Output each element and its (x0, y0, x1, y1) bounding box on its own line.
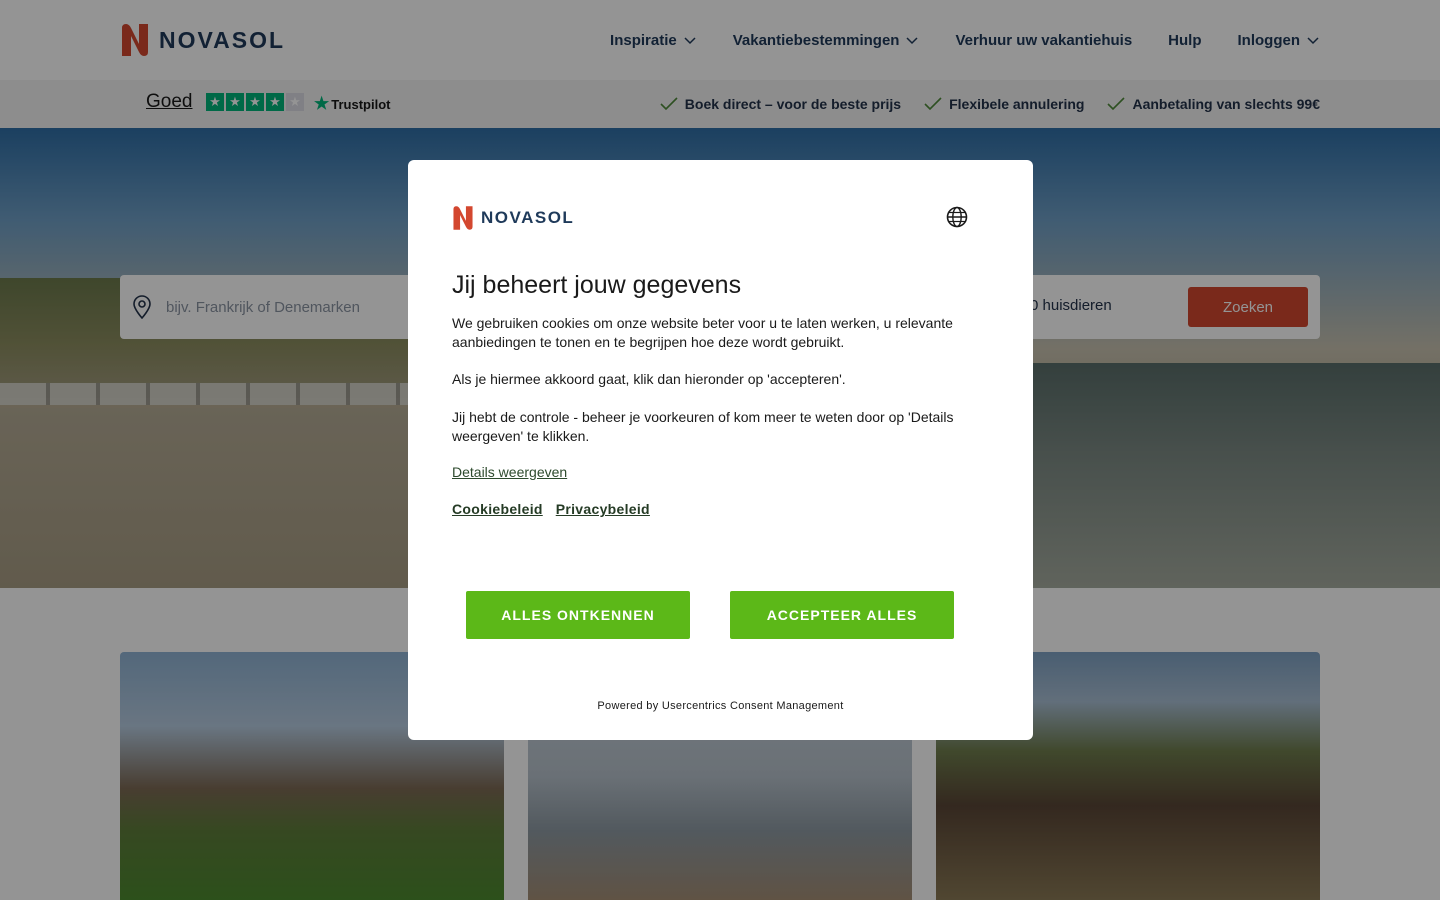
details-link[interactable]: Details weergeven (452, 464, 567, 480)
consent-paragraph: Jij hebt de controle - beheer je voorkeu… (452, 409, 954, 444)
deny-all-button[interactable]: ALLES ONTKENNEN (466, 591, 690, 639)
modal-logo-text: NOVASOL (481, 208, 575, 227)
accept-all-button[interactable]: ACCEPTEER ALLES (730, 591, 954, 639)
policy-links: Cookiebeleid Privacybeleid (452, 501, 650, 517)
cookie-consent-dialog: NOVASOL Jij beheert jouw gegevens We geb… (408, 160, 1033, 740)
cookie-policy-link[interactable]: Cookiebeleid (452, 501, 543, 517)
consent-paragraph: Als je hiermee akkoord gaat, klik dan hi… (452, 371, 846, 387)
consent-paragraph: We gebruiken cookies om onze website bet… (452, 315, 953, 350)
modal-logo: NOVASOL (452, 204, 574, 232)
powered-by-text: Powered by Usercentrics Consent Manageme… (597, 700, 844, 712)
globe-icon[interactable] (945, 205, 969, 229)
consent-title: Jij beheert jouw gegevens (452, 271, 742, 299)
privacy-policy-link[interactable]: Privacybeleid (556, 501, 650, 517)
novasol-logo-mark (453, 206, 473, 230)
